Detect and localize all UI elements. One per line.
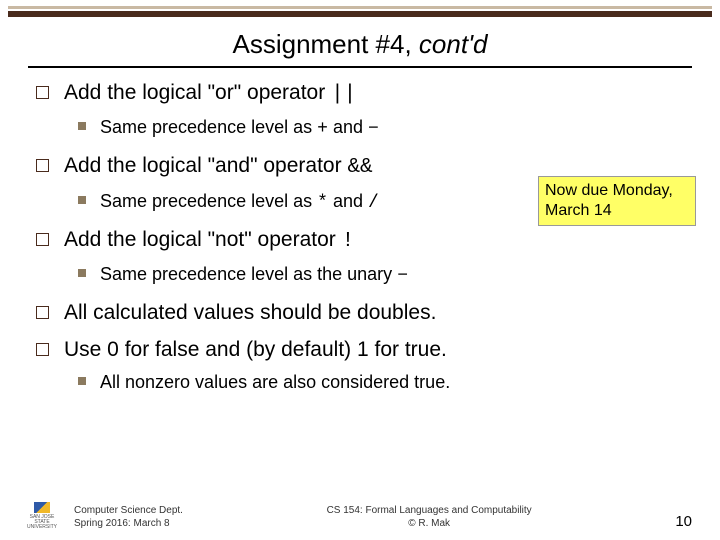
footer-left: Computer Science Dept. Spring 2016: Marc…: [74, 504, 183, 530]
bullet-or-sub: Same precedence level as + and −: [64, 114, 690, 143]
bar-light: [8, 6, 712, 9]
bar-dark: [8, 11, 712, 17]
outer-list: Add the logical "or" operator || Same pr…: [30, 78, 690, 396]
footer-center: CS 154: Formal Languages and Computabili…: [183, 504, 675, 530]
page-number: 10: [675, 513, 692, 530]
sjsu-logo: SAN JOSE STATE UNIVERSITY: [28, 502, 56, 530]
title-italic: cont'd: [419, 29, 488, 59]
bullet-or-text: Add the logical "or" operator: [64, 81, 331, 104]
bullet-and-text: Add the logical "and" operator: [64, 154, 347, 177]
bullet-nonzero: All nonzero values are also considered t…: [64, 369, 690, 396]
title-main: Assignment #4,: [232, 29, 418, 59]
not-operator: !: [342, 230, 355, 253]
or-operator: ||: [331, 83, 356, 106]
bullet-not-sub: Same precedence level as the unary −: [64, 261, 690, 290]
decorative-top-bars: [0, 0, 720, 17]
due-date-callout: Now due Monday, March 14: [538, 176, 696, 226]
bullet-not-text: Add the logical "not" operator: [64, 228, 342, 251]
slide-content: Add the logical "or" operator || Same pr…: [0, 78, 720, 396]
bullet-or: Add the logical "or" operator || Same pr…: [30, 78, 690, 143]
logo-icon: [34, 502, 50, 513]
title-underline: [28, 66, 692, 68]
logo-text: SAN JOSE STATE UNIVERSITY: [27, 515, 57, 530]
callout-line1: Now due Monday,: [545, 181, 689, 201]
slide-title: Assignment #4, cont'd: [0, 29, 720, 60]
callout-line2: March 14: [545, 201, 689, 221]
bullet-not: Add the logical "not" operator ! Same pr…: [30, 225, 690, 290]
bullet-true-false: Use 0 for false and (by default) 1 for t…: [30, 335, 690, 396]
and-operator: &&: [347, 156, 372, 179]
bullet-doubles: All calculated values should be doubles.: [30, 298, 690, 328]
slide-footer: SAN JOSE STATE UNIVERSITY Computer Scien…: [0, 502, 720, 530]
